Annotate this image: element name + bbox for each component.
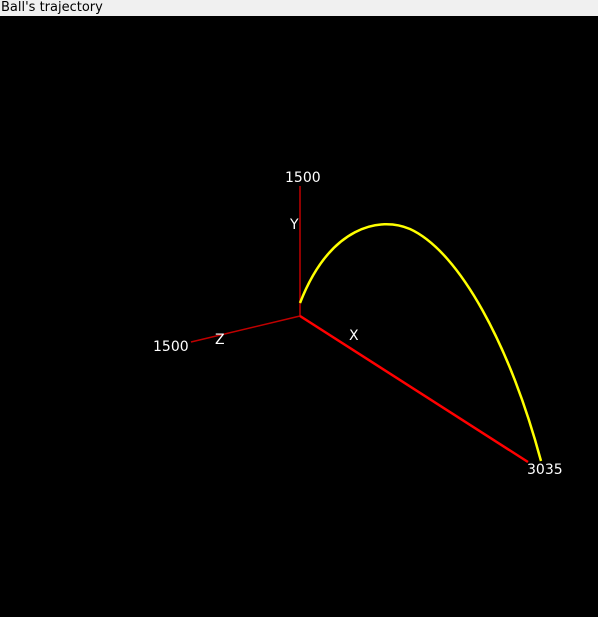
x-axis-line — [299, 314, 529, 464]
z-axis-max-label: 1500 — [153, 339, 189, 355]
z-axis-name-label: Z — [215, 332, 225, 348]
3d-viewport[interactable]: 1500 Y 1500 Z X 3035 — [0, 16, 598, 617]
x-axis-name-label: X — [349, 328, 359, 344]
ball-trajectory-curve — [298, 222, 543, 462]
scene-canvas[interactable]: 1500 Y 1500 Z X 3035 — [0, 16, 598, 617]
y-axis-name-label: Y — [289, 217, 299, 233]
x-axis-max-label: 3035 — [527, 462, 563, 478]
app-window: Ball's trajectory 1500 Y 1500 Z X 3035 — [0, 0, 598, 617]
window-title: Ball's trajectory — [1, 0, 103, 15]
z-axis-line — [190, 315, 301, 343]
y-axis-max-label: 1500 — [285, 170, 321, 186]
title-bar: Ball's trajectory — [0, 0, 598, 16]
